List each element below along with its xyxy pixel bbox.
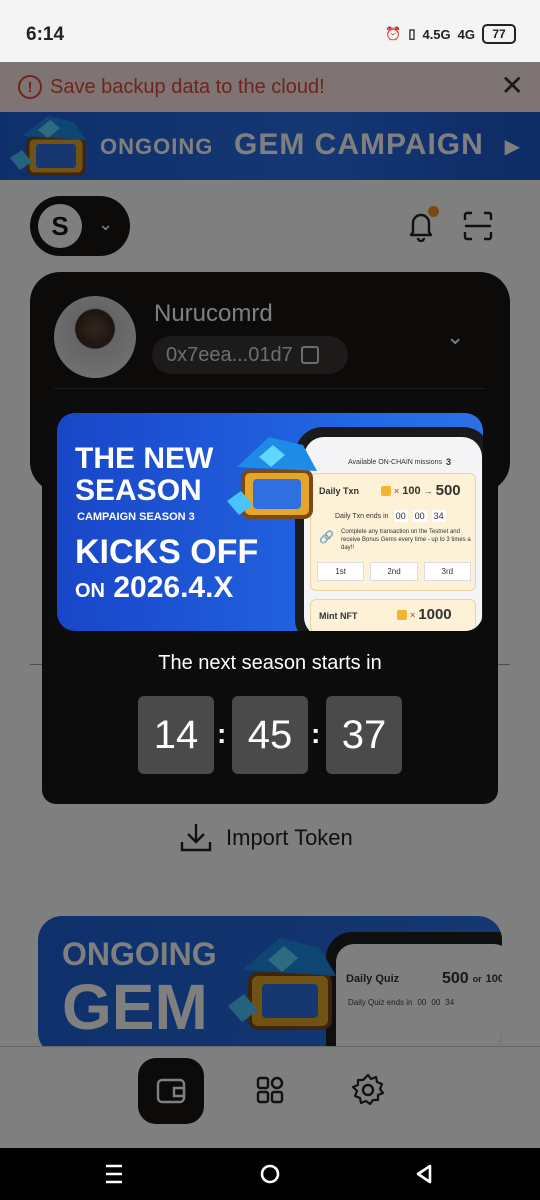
promo-title-line1: THE NEW [75,442,214,475]
gem-coin-icon [381,485,391,496]
txn-timer-h: 00 [393,510,408,522]
mint-nft-card: Mint NFT × 1000 [310,599,476,631]
status-time: 6:14 [26,24,65,45]
missions-label: Available ON-CHAIN missions [348,458,443,466]
daily-txn-card: Daily Txn × 100 → 500 Daily Txn ends in … [310,473,476,591]
home-icon[interactable] [256,1160,284,1188]
countdown-separator: : [311,718,321,749]
txn-timer-m: 00 [412,510,427,522]
promo-title-line2: SEASON [75,474,202,507]
tier-1: 1st [317,562,365,581]
mint-label: Mint NFT [319,611,358,621]
promo-date: 2026.4.X [113,571,234,604]
vibrate-icon: ▯ [408,26,416,41]
battery-icon: 77 [482,24,516,44]
countdown-hours: 14 [138,696,214,774]
system-navigation-bar [0,1148,540,1200]
txn-value: 500 [435,482,461,499]
countdown-title: The next season starts in [158,652,382,674]
promo-subtitle: CAMPAIGN SEASON 3 [77,511,195,523]
network-icon-2: 4G [457,26,475,42]
network-icon: 4.5G [422,26,451,42]
txn-mult: 100 [402,484,421,497]
promo-on: ON [75,580,105,602]
season-promo-banner: THE NEW SEASON CAMPAIGN SEASON 3 KICKS O… [57,413,483,631]
txn-label: Daily Txn [319,486,360,496]
recent-apps-icon[interactable] [100,1162,128,1186]
txn-ends-label: Daily Txn ends in [335,512,389,520]
alarm-icon: ⏰ [385,26,402,41]
status-icons: ⏰ ▯ 4.5G 4G 77 [385,24,516,44]
promo-date-line: ON 2026.4.X [75,571,233,605]
countdown-separator: : [217,718,227,749]
countdown-seconds: 37 [326,696,402,774]
tier-3: 3rd [423,562,471,581]
back-icon[interactable] [410,1160,438,1188]
phone-screen: Available ON-CHAIN missions 3 Daily Txn … [304,437,482,631]
countdown-minutes: 45 [232,696,308,774]
missions-count: 3 [446,457,452,467]
treasure-chest-icon [227,437,317,519]
txn-timer-s: 34 [431,510,446,522]
status-bar: 6:14 ⏰ ▯ 4.5G 4G 77 [0,0,540,62]
gem-coin-icon [397,609,407,620]
promo-title: THE NEW SEASON [75,443,213,507]
mint-value: 1000 [418,606,452,623]
txn-description: Complete any transaction on the Testnet … [341,529,471,551]
link-icon: 🔗 [319,530,334,544]
tier-2: 2nd [370,562,418,581]
promo-kicks: KICKS OFF [75,533,259,571]
